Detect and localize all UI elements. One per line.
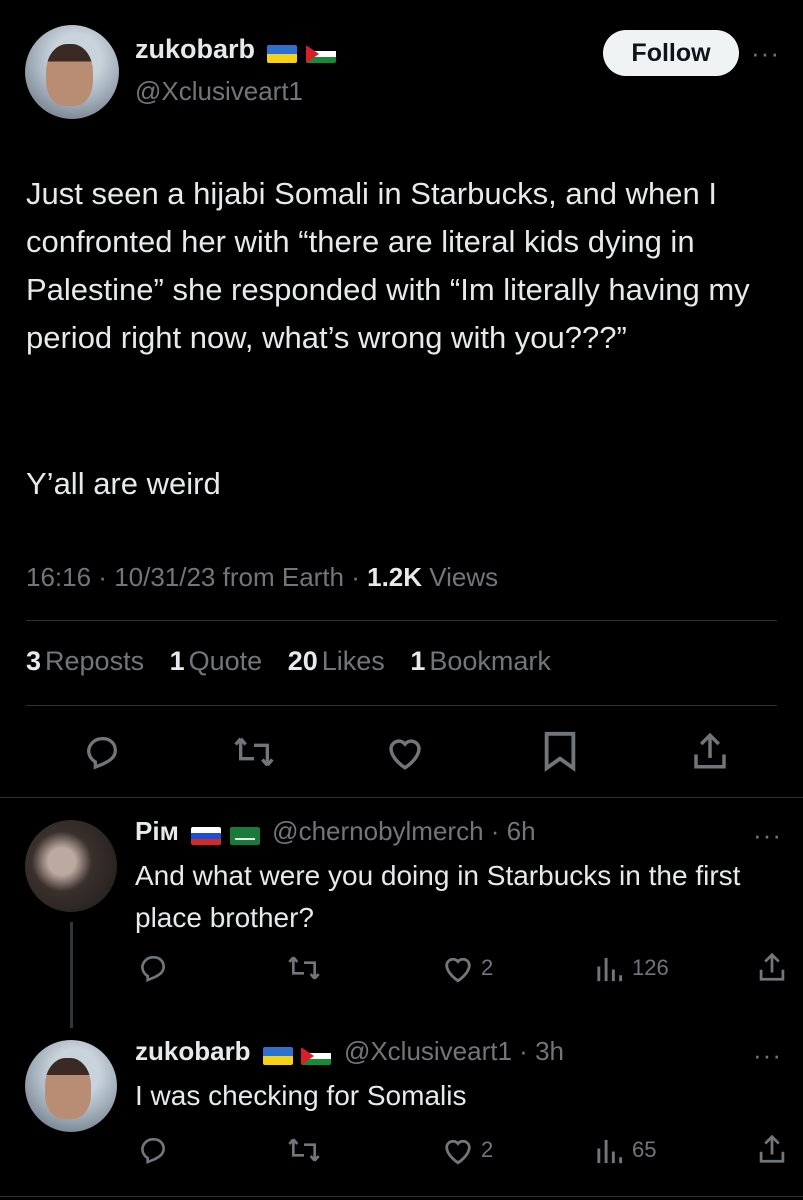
repost-icon[interactable] [286, 1134, 322, 1166]
tweet-date[interactable]: 10/31/23 [114, 562, 215, 592]
reposts-label: Reposts [45, 646, 145, 676]
share-icon[interactable] [757, 950, 787, 984]
palestine-flag-icon [301, 1046, 332, 1065]
tweet-time[interactable]: 16:16 [26, 562, 91, 592]
author-name[interactable]: zukobarb [135, 34, 255, 64]
meta-sep: · [483, 816, 507, 846]
bookmark-icon[interactable] [542, 730, 578, 772]
tweet-source: from Earth [222, 562, 345, 592]
likes-stat[interactable]: 20 Likes [288, 646, 385, 676]
quotes-stat[interactable]: 1 Quote [170, 646, 263, 676]
views-icon [597, 1139, 623, 1164]
repost-icon[interactable] [232, 732, 276, 772]
reply-more-icon[interactable]: ··· [753, 820, 782, 851]
views-icon [597, 957, 623, 982]
reply-header: Рім @chernobylmerch · 6h [135, 816, 536, 847]
saudi-flag-icon [229, 826, 260, 845]
reply-avatar[interactable] [25, 1040, 117, 1132]
bookmarks-count: 1 [410, 646, 426, 676]
quotes-label: Quote [188, 646, 263, 676]
reply-text: And what were you doing in Starbucks in … [135, 860, 741, 933]
reply-author-handle[interactable]: @Xclusiveart1 [344, 1036, 512, 1066]
reply-author-handle[interactable]: @chernobylmerch [272, 816, 483, 846]
divider [26, 620, 777, 621]
share-icon[interactable] [757, 1132, 787, 1166]
like-button[interactable]: 2 [441, 1134, 493, 1166]
reply-more-icon[interactable]: ··· [753, 1040, 782, 1071]
reply-age[interactable]: 3h [535, 1036, 564, 1066]
reply-icon[interactable] [137, 1134, 169, 1166]
like-button[interactable]: 2 [441, 952, 493, 984]
meta-sep: · [511, 1036, 536, 1066]
ukraine-flag-icon [267, 44, 298, 63]
quotes-count: 1 [169, 646, 185, 676]
views-count: 126 [632, 955, 669, 980]
divider [0, 1196, 803, 1197]
author-handle[interactable]: @Xclusiveart1 [135, 76, 303, 107]
likes-label: Likes [321, 646, 385, 676]
divider [26, 705, 777, 706]
tweet-text: Just seen a hijabi Somali in Starbucks, … [26, 176, 750, 355]
views-count: 1.2K [367, 562, 423, 592]
reply-icon[interactable] [82, 732, 122, 772]
palestine-flag-icon [305, 44, 336, 63]
reply-age[interactable]: 6h [507, 816, 536, 846]
author-name-row[interactable]: zukobarb [135, 34, 336, 65]
avatar-face [45, 1058, 92, 1120]
like-icon[interactable] [384, 732, 426, 772]
russia-flag-icon [191, 826, 222, 845]
repost-icon[interactable] [286, 952, 322, 984]
bookmarks-stat[interactable]: 1 Bookmark [410, 646, 551, 676]
like-icon [445, 957, 471, 983]
reply-header: zukobarb @Xclusiveart1 · 3h [135, 1036, 564, 1067]
tweet-meta: 16:16 · 10/31/23 from Earth · 1.2K Views [26, 562, 498, 593]
reply-text: I was checking for Somalis [135, 1080, 467, 1111]
thread-connector [70, 922, 73, 1028]
reposts-count: 3 [26, 646, 42, 676]
more-options-icon[interactable]: ··· [751, 38, 780, 69]
meta-sep: · [91, 562, 115, 592]
reply-icon[interactable] [137, 952, 169, 984]
reply-avatar[interactable] [25, 820, 117, 912]
like-count: 2 [481, 955, 494, 980]
share-icon[interactable] [690, 730, 730, 772]
ukraine-flag-icon [263, 1046, 294, 1065]
views-button[interactable]: 65 [594, 1134, 656, 1166]
reply-author-name[interactable]: zukobarb [135, 1036, 251, 1066]
author-avatar[interactable] [25, 25, 119, 119]
views-label: Views [429, 562, 499, 592]
bookmarks-label: Bookmark [429, 646, 551, 676]
reply-author-name[interactable]: Рім [135, 816, 179, 846]
engagement-stats: 3 Reposts 1 Quote 20 Likes 1 Bookmark [26, 646, 569, 677]
reposts-stat[interactable]: 3 Reposts [26, 646, 144, 676]
follow-button[interactable]: Follow [603, 30, 739, 76]
avatar-face [45, 43, 93, 106]
views-button[interactable]: 126 [594, 952, 669, 984]
tweet-text-2: Y’all are weird [26, 466, 221, 501]
divider [0, 797, 803, 798]
views-count: 65 [632, 1137, 657, 1162]
likes-count: 20 [287, 646, 318, 676]
meta-sep: · [344, 562, 368, 592]
like-count: 2 [481, 1137, 494, 1162]
like-icon [445, 1139, 471, 1165]
